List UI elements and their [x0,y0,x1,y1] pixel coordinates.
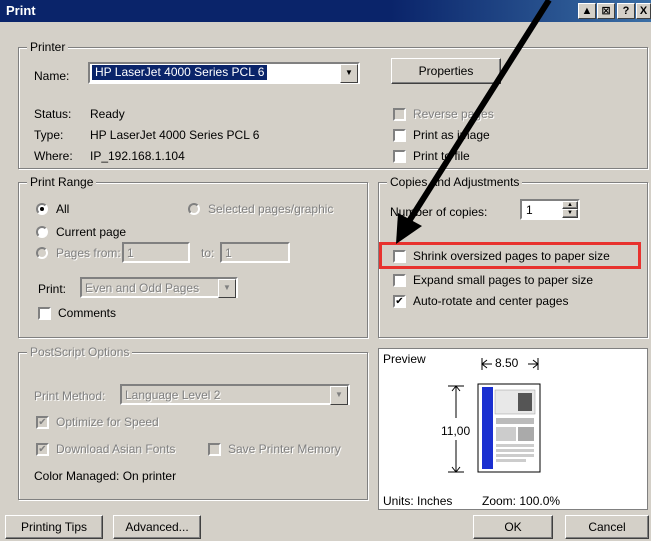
preview-height-value: 11,00 [441,424,471,438]
cancel-button[interactable]: Cancel [565,515,649,539]
ok-button[interactable]: OK [473,515,553,539]
status-label: Status: [34,107,72,121]
comments-label: Comments [58,306,117,320]
chevron-down-icon[interactable]: ▼ [218,279,236,298]
copies-stepper[interactable]: 1 ▲ ▼ [520,199,580,220]
printer-name-dropdown[interactable]: HP LaserJet 4000 Series PCL 6 ▼ [88,62,360,84]
preview-width-value: 8.50 [494,356,520,370]
comments-checkbox[interactable] [38,307,51,320]
print-to-file-checkbox[interactable] [393,150,406,163]
print-as-image-label: Print as image [413,128,490,142]
save-printer-memory-label: Save Printer Memory [228,442,341,456]
postscript-legend: PostScript Options [27,345,133,359]
where-value: IP_192.168.1.104 [90,149,185,163]
help-button[interactable]: ? [617,3,635,19]
preview-units: Units: Inches [383,494,453,508]
copies-label: Number of copies: [390,205,488,219]
pages-from-input[interactable]: 1 [122,242,190,263]
type-label: Type: [34,128,64,142]
print-range-legend: Print Range [27,175,97,189]
color-managed-label: Color Managed: On printer [34,469,177,483]
auto-rotate-label: Auto-rotate and center pages [413,294,569,308]
all-radio[interactable] [36,203,48,215]
printer-legend: Printer [27,40,69,54]
pages-from-radio[interactable] [36,247,48,259]
shrink-oversized-label: Shrink oversized pages to paper size [413,249,610,263]
type-value: HP LaserJet 4000 Series PCL 6 [90,128,260,142]
print-as-image-checkbox[interactable] [393,129,406,142]
printer-name-value: HP LaserJet 4000 Series PCL 6 [92,65,268,80]
print-subset-value: Even and Odd Pages [85,281,200,295]
selected-pages-label: Selected pages/graphic [208,202,334,216]
copies-legend: Copies and Adjustments [387,175,523,189]
advanced-button[interactable]: Advanced... [113,515,201,539]
pages-from-value: 1 [127,246,134,260]
optimize-speed-checkbox[interactable]: ✔ [36,416,49,429]
save-printer-memory-checkbox[interactable] [208,443,221,456]
restore-button[interactable]: ⊠ [597,3,615,19]
where-label: Where: [34,149,73,163]
status-value: Ready [90,107,125,121]
current-page-label: Current page [56,225,127,239]
selected-pages-radio[interactable] [188,203,200,215]
title-bar: Print [0,0,651,22]
print-method-value: Language Level 2 [125,388,221,402]
printing-tips-button[interactable]: Printing Tips [5,515,103,539]
expand-small-checkbox[interactable] [393,274,406,287]
print-method-dropdown[interactable]: Language Level 2 ▼ [120,384,350,405]
auto-rotate-checkbox[interactable]: ✔ [393,295,406,308]
stepper-up-icon[interactable]: ▲ [562,201,578,209]
print-method-label: Print Method: [34,389,106,403]
chevron-down-icon[interactable]: ▼ [340,64,358,83]
all-label: All [56,202,70,216]
print-subset-dropdown[interactable]: Even and Odd Pages ▼ [80,277,238,298]
close-button[interactable]: X [636,3,651,19]
minimize-button[interactable]: ▲ [578,3,596,19]
print-label: Print: [38,282,67,296]
stepper-down-icon[interactable]: ▼ [562,209,578,218]
name-label: Name: [34,69,70,83]
to-label: to: [201,246,215,260]
shrink-oversized-checkbox[interactable] [393,250,406,263]
pages-from-label: Pages from: [56,246,121,260]
reverse-pages-checkbox[interactable] [393,108,406,121]
properties-button[interactable]: Properties [391,58,501,84]
pages-to-input[interactable]: 1 [220,242,290,263]
copies-value: 1 [526,203,533,217]
preview-zoom: Zoom: 100.0% [482,494,561,508]
current-page-radio[interactable] [36,226,48,238]
optimize-speed-label: Optimize for Speed [56,415,159,429]
window-title: Print [6,3,36,18]
reverse-pages-label: Reverse pages [413,107,494,121]
download-asian-fonts-checkbox[interactable]: ✔ [36,443,49,456]
expand-small-label: Expand small pages to paper size [413,273,594,287]
chevron-down-icon[interactable]: ▼ [330,386,348,405]
print-to-file-label: Print to file [413,149,470,163]
download-asian-fonts-label: Download Asian Fonts [56,442,176,456]
preview-dimensions-graphic [448,358,541,473]
pages-to-value: 1 [225,246,232,260]
